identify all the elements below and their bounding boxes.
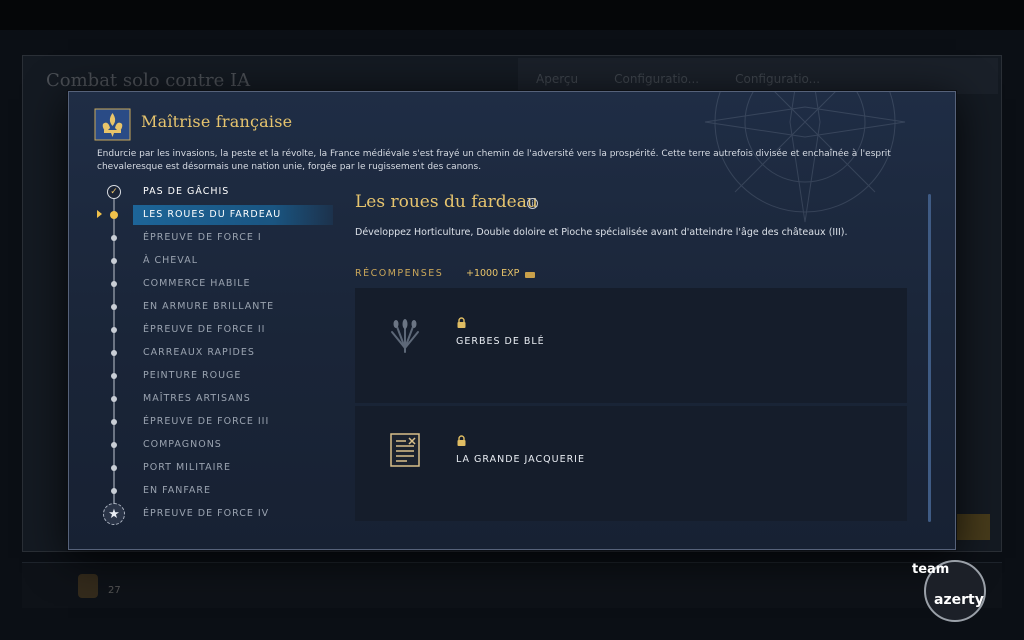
background-gold-button xyxy=(956,514,990,540)
checkmark-icon: ✓ xyxy=(107,185,121,199)
team-azerty-logo: team azerty xyxy=(900,552,1010,632)
step-label: PEINTURE ROUGE xyxy=(143,370,242,381)
step-label: EN FANFARE xyxy=(143,485,212,496)
step-a-cheval[interactable]: À CHEVAL xyxy=(69,251,339,271)
timeline-dot-icon xyxy=(111,304,117,310)
timeline-dot-icon xyxy=(110,211,118,219)
reward-card-gerbes-de-ble[interactable]: GERBES DE BLÉ xyxy=(355,288,907,403)
step-maitres-artisans[interactable]: MAÎTRES ARTISANS xyxy=(69,389,339,409)
scrollbar[interactable] xyxy=(928,194,931,522)
step-label: À CHEVAL xyxy=(143,255,198,266)
step-label: ÉPREUVE DE FORCE IV xyxy=(143,508,270,519)
modal-title: Maîtrise française xyxy=(141,112,293,131)
background-window-title: Combat solo contre IA xyxy=(46,70,251,91)
exp-reward: +1000 EXP xyxy=(466,268,520,279)
document-scroll-icon xyxy=(390,433,420,467)
step-label: ÉPREUVE DE FORCE I xyxy=(143,232,262,243)
background-tabs: Aperçu Configuratio... Configuratio... xyxy=(518,58,998,94)
step-label: CARREAUX RAPIDES xyxy=(143,347,255,358)
step-commerce-habile[interactable]: COMMERCE HABILE xyxy=(69,274,339,294)
step-les-roues-du-fardeau[interactable]: LES ROUES DU FARDEAU xyxy=(69,205,339,225)
logo-text-team: team xyxy=(912,562,950,577)
timeline-dot-icon xyxy=(111,442,117,448)
timeline-dot-icon xyxy=(111,235,117,241)
step-epreuve-de-force-3[interactable]: ÉPREUVE DE FORCE III xyxy=(69,412,339,432)
mastery-modal: Maîtrise française Endurcie par les inva… xyxy=(68,91,956,550)
selection-arrow-icon xyxy=(97,210,102,218)
wheat-sheaf-icon xyxy=(391,319,419,353)
step-pas-de-gachis[interactable]: ✓ PAS DE GÂCHIS xyxy=(69,182,339,202)
timeline-dot-icon xyxy=(111,258,117,264)
step-label: PAS DE GÂCHIS xyxy=(143,186,230,197)
step-label: COMMERCE HABILE xyxy=(143,278,251,289)
step-port-militaire[interactable]: PORT MILITAIRE xyxy=(69,458,339,478)
reward-card-la-grande-jacquerie[interactable]: LA GRANDE JACQUERIE xyxy=(355,406,907,521)
star-medal-icon: ★ xyxy=(103,503,125,525)
step-label: LES ROUES DU FARDEAU xyxy=(143,209,282,220)
step-label: ÉPREUVE DE FORCE III xyxy=(143,416,270,427)
step-label: EN ARMURE BRILLANTE xyxy=(143,301,275,312)
timeline-dot-icon xyxy=(111,419,117,425)
step-peinture-rouge[interactable]: PEINTURE ROUGE xyxy=(69,366,339,386)
step-epreuve-de-force-2[interactable]: ÉPREUVE DE FORCE II xyxy=(69,320,339,340)
level-number: 27 xyxy=(108,585,121,596)
tab-configuration-2: Configuratio... xyxy=(735,72,821,86)
timeline-dot-icon xyxy=(111,373,117,379)
tab-apercu: Aperçu xyxy=(536,72,579,86)
step-en-fanfare[interactable]: EN FANFARE xyxy=(69,481,339,501)
exp-ticket-icon xyxy=(525,272,535,278)
timeline-dot-icon xyxy=(111,396,117,402)
info-icon[interactable]: i xyxy=(527,198,538,209)
step-en-armure-brillante[interactable]: EN ARMURE BRILLANTE xyxy=(69,297,339,317)
lock-icon xyxy=(457,317,466,328)
step-label: PORT MILITAIRE xyxy=(143,462,232,473)
timeline-dot-icon xyxy=(111,350,117,356)
reward-name: GERBES DE BLÉ xyxy=(456,336,545,347)
lock-icon xyxy=(457,435,466,446)
challenge-description: Développez Horticulture, Double doloire … xyxy=(355,227,848,238)
timeline-dot-icon xyxy=(111,281,117,287)
timeline-dot-icon xyxy=(111,488,117,494)
fleur-de-lis-banner-icon xyxy=(94,108,131,141)
level-badge-icon xyxy=(78,574,98,598)
reward-name: LA GRANDE JACQUERIE xyxy=(456,454,585,465)
step-epreuve-de-force-4[interactable]: ★ ÉPREUVE DE FORCE IV xyxy=(69,503,339,525)
background-bottom-bar xyxy=(22,562,1002,608)
modal-description: Endurcie par les invasions, la peste et … xyxy=(97,149,891,172)
step-label: COMPAGNONS xyxy=(143,439,222,450)
timeline-dot-icon xyxy=(111,465,117,471)
step-epreuve-de-force-1[interactable]: ÉPREUVE DE FORCE I xyxy=(69,228,339,248)
step-label: MAÎTRES ARTISANS xyxy=(143,393,251,404)
logo-text-azerty: azerty xyxy=(934,592,984,608)
rewards-label: RÉCOMPENSES xyxy=(355,268,444,279)
tab-configuration-1: Configuratio... xyxy=(614,72,700,86)
challenge-title: Les roues du fardeau xyxy=(355,192,538,212)
top-bar xyxy=(0,0,1024,30)
step-carreaux-rapides[interactable]: CARREAUX RAPIDES xyxy=(69,343,339,363)
step-label: ÉPREUVE DE FORCE II xyxy=(143,324,266,335)
timeline-dot-icon xyxy=(111,327,117,333)
step-compagnons[interactable]: COMPAGNONS xyxy=(69,435,339,455)
